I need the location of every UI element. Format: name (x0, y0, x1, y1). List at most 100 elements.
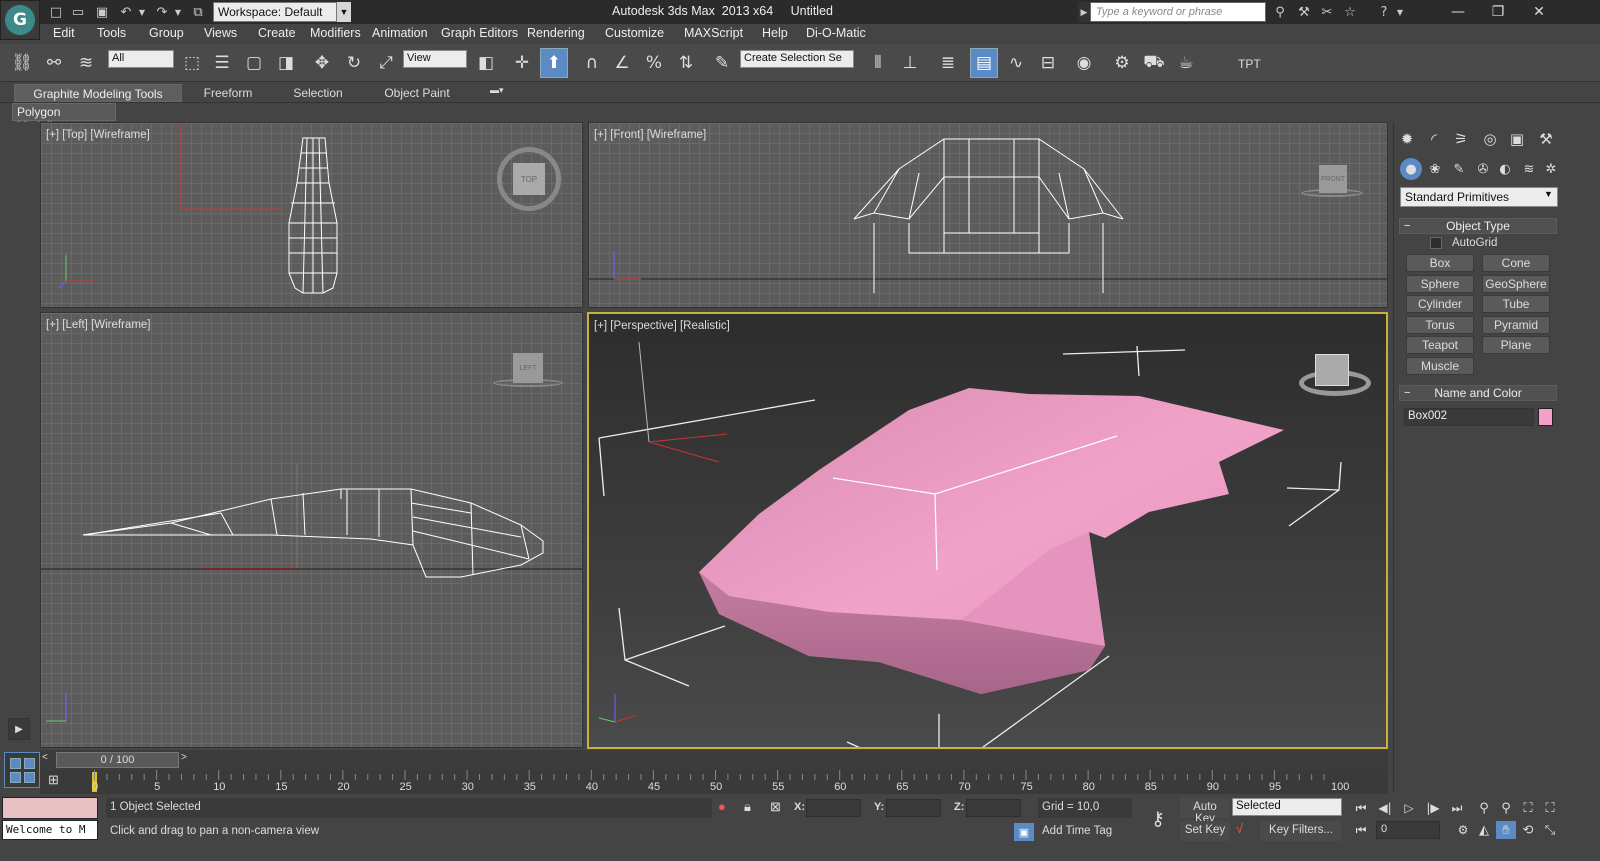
slider-prev-icon[interactable]: < (42, 752, 54, 768)
slider-next-icon[interactable]: > (181, 752, 193, 768)
restore-icon[interactable]: ❐ (1481, 0, 1515, 24)
viewcube[interactable]: LEFT (513, 353, 543, 383)
lights-icon[interactable]: ✎ (1448, 158, 1470, 180)
open-file-icon[interactable]: ▭ (68, 2, 88, 22)
orbit-icon[interactable]: ⟲ (1518, 821, 1538, 839)
play-icon[interactable]: ▷ (1400, 799, 1418, 817)
key-mode-dropdown[interactable]: Selected (1232, 798, 1342, 816)
help-icon[interactable]: ? (1374, 2, 1394, 22)
menu-modifiers[interactable]: Modifiers (310, 26, 361, 40)
render-production-icon[interactable]: ☕ (1172, 48, 1200, 78)
viewport-perspective[interactable]: [+] [Perspective] [Realistic] (587, 312, 1388, 749)
time-slider[interactable] (40, 750, 1388, 770)
graphite-toggle-icon[interactable]: ▤ (970, 48, 998, 78)
viewcube[interactable] (1315, 354, 1349, 386)
viewport-label[interactable]: [+] [Front] [Wireframe] (594, 129, 706, 141)
curve-editor-icon[interactable]: ∿ (1002, 48, 1030, 78)
move-icon[interactable]: ✥ (308, 48, 336, 78)
systems-icon[interactable]: ✲ (1540, 158, 1562, 180)
utilities-tab-icon[interactable]: ⚒ (1534, 128, 1558, 150)
close-icon[interactable]: ✕ (1522, 0, 1556, 24)
chevron-down-icon[interactable]: ▼ (1544, 189, 1553, 199)
undo-icon[interactable]: ↶ (116, 2, 136, 22)
help-dropdown-icon[interactable]: ▼ (1394, 2, 1406, 22)
menu-help[interactable]: Help (762, 26, 788, 40)
viewcube[interactable]: FRONT (1319, 165, 1347, 193)
cone-button[interactable]: Cone (1482, 254, 1550, 272)
workspace-arrow-icon[interactable]: ▼ (337, 2, 351, 22)
percent-snap-icon[interactable]: % (640, 48, 668, 78)
pan-icon[interactable]: ✋︎ (1496, 821, 1516, 839)
project-folder-icon[interactable]: ⧉ (188, 2, 208, 22)
viewport-top[interactable]: [+] [Top] [Wireframe] TOP (40, 122, 583, 308)
object-type-rollout[interactable]: − Object Type (1399, 218, 1557, 234)
object-name-field[interactable]: Box002 (1404, 408, 1534, 426)
keyboard-shortcut-override-icon[interactable]: ⬆ (540, 48, 568, 78)
unlink-icon[interactable]: ⚯ (40, 48, 68, 78)
box-button[interactable]: Box (1406, 254, 1474, 272)
spinner-snap-icon[interactable]: ⇅ (672, 48, 700, 78)
favorites-star-icon[interactable]: ☆ (1340, 2, 1360, 22)
new-file-icon[interactable]: □ (46, 2, 66, 22)
zoom-extents-all-icon[interactable]: ⛶ (1540, 799, 1560, 817)
field-of-view-icon[interactable]: ◭ (1474, 821, 1494, 839)
application-button[interactable]: G (0, 0, 40, 40)
menu-views[interactable]: Views (204, 26, 237, 40)
display-tab-icon[interactable]: ▣ (1505, 128, 1529, 150)
shapes-icon[interactable]: ❀ (1424, 158, 1446, 180)
named-selection-dropdown[interactable]: Create Selection Se (740, 50, 854, 68)
expand-icon[interactable]: ▶ (8, 718, 30, 740)
menu-group[interactable]: Group (149, 26, 184, 40)
layer-manager-icon[interactable]: ≣ (934, 48, 962, 78)
set-key-icon[interactable]: ⚷ (1140, 802, 1176, 836)
next-frame-icon[interactable]: |▶ (1424, 799, 1442, 817)
menu-edit[interactable]: Edit (53, 26, 75, 40)
tab-object-paint[interactable]: Object Paint (374, 84, 460, 102)
tab-selection[interactable]: Selection (282, 84, 354, 102)
current-frame-field[interactable]: 0 (1376, 821, 1440, 839)
hierarchy-tab-icon[interactable]: ⚞ (1449, 128, 1473, 150)
zoom-icon[interactable]: ⚲ (1474, 799, 1494, 817)
time-config-icon[interactable]: ⚙ (1454, 821, 1472, 839)
search-expand-icon[interactable]: ▶ (1078, 2, 1090, 22)
object-color-swatch[interactable] (1538, 408, 1553, 426)
go-to-start-icon[interactable]: ⏮ (1352, 799, 1370, 817)
window-crossing-icon[interactable]: ◨ (272, 48, 300, 78)
menu-maxscript[interactable]: MAXScript (684, 26, 743, 40)
cylinder-button[interactable]: Cylinder (1406, 295, 1474, 313)
reference-coordinate-dropdown[interactable]: View (403, 50, 467, 68)
viewport-label[interactable]: [+] [Left] [Wireframe] (46, 319, 151, 331)
menu-tools[interactable]: Tools (97, 26, 126, 40)
binoculars-icon[interactable]: ⚲ (1270, 2, 1290, 22)
go-to-end-icon[interactable]: ⏭ (1448, 799, 1466, 817)
menu-create[interactable]: Create (258, 26, 296, 40)
add-time-tag[interactable]: Add Time Tag (1038, 822, 1138, 842)
zoom-all-icon[interactable]: ⚲ (1496, 799, 1516, 817)
viewport-front[interactable]: [+] [Front] [Wireframe] FRONT (588, 122, 1388, 308)
autogrid-checkbox[interactable] (1430, 237, 1442, 249)
pyramid-button[interactable]: Pyramid (1482, 316, 1550, 334)
geometry-icon[interactable]: ● (1400, 158, 1422, 180)
minimize-icon[interactable]: — (1441, 0, 1475, 24)
previous-frame-icon[interactable]: ◀| (1376, 799, 1394, 817)
key-filters-button[interactable]: Key Filters... (1260, 821, 1342, 841)
rotate-icon[interactable]: ↻ (340, 48, 368, 78)
tab-freeform[interactable]: Freeform (192, 84, 264, 102)
default-tangents-icon[interactable]: √ (1236, 821, 1256, 839)
torus-button[interactable]: Torus (1406, 316, 1474, 334)
menu-di-o-matic[interactable]: Di-O-Matic (806, 26, 866, 40)
viewport-layout-icon[interactable] (4, 752, 40, 788)
link-icon[interactable]: ⛓ (8, 48, 36, 78)
select-object-icon[interactable]: ⬚ (178, 48, 206, 78)
lock-icon[interactable]: 🔒︎ (744, 799, 760, 817)
name-and-color-rollout[interactable]: − Name and Color (1399, 385, 1557, 401)
mirror-icon[interactable]: ⫴ (864, 48, 892, 78)
material-editor-icon[interactable]: ◉ (1070, 48, 1098, 78)
edit-named-selection-icon[interactable]: ✎ (708, 48, 736, 78)
maxscript-listener-output[interactable] (2, 797, 98, 819)
isolate-icon[interactable]: ● (718, 799, 734, 817)
tab-graphite-modeling-tools[interactable]: Graphite Modeling Tools (14, 84, 182, 102)
redo-icon[interactable]: ↷ (152, 2, 172, 22)
create-tab-icon[interactable]: ✹ (1395, 128, 1419, 150)
viewport-label[interactable]: [+] [Perspective] [Realistic] (594, 320, 730, 332)
